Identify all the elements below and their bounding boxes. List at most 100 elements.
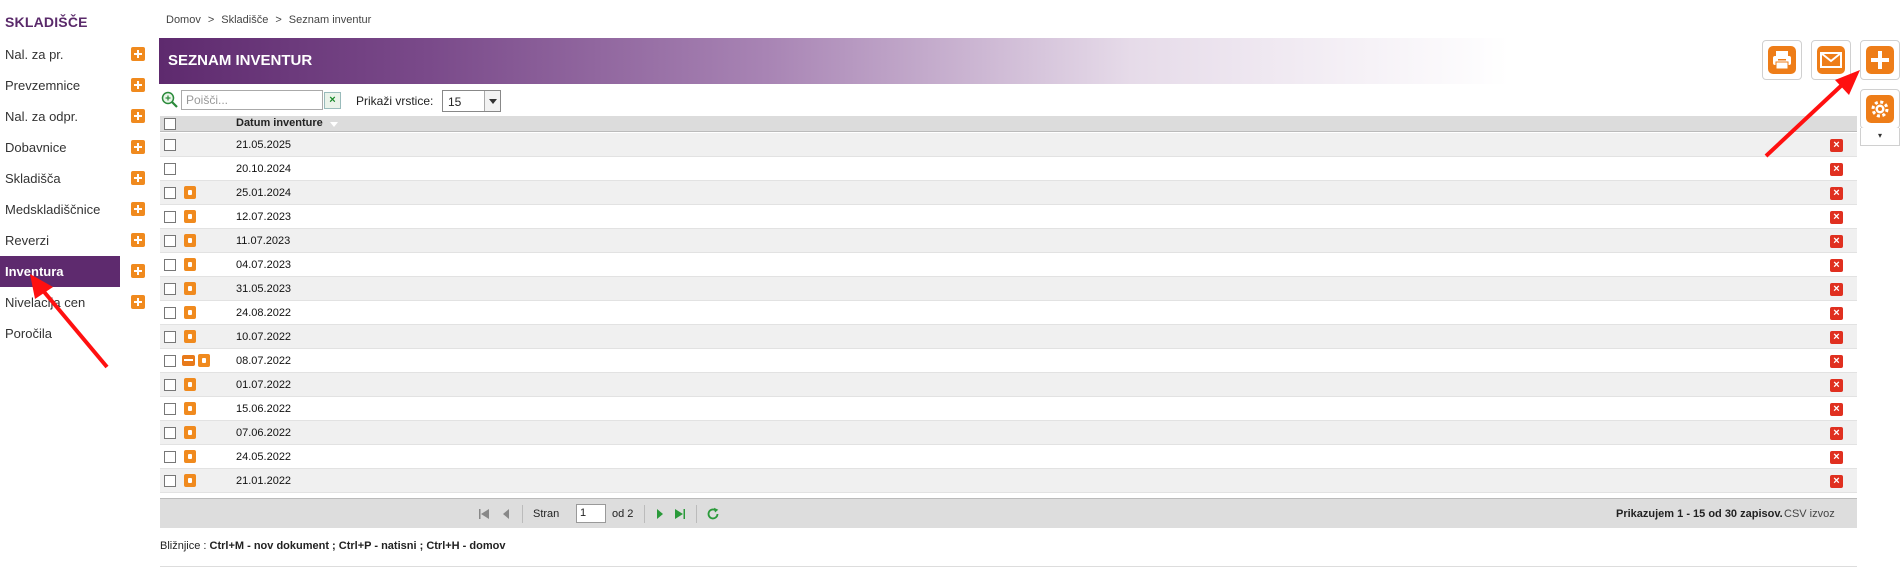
add-inventory-button[interactable]	[1860, 40, 1900, 80]
email-button[interactable]	[1811, 40, 1851, 80]
delete-icon[interactable]: ×	[1830, 307, 1843, 320]
delete-icon[interactable]: ×	[1830, 235, 1843, 248]
delete-icon[interactable]: ×	[1830, 355, 1843, 368]
add-icon[interactable]	[131, 78, 145, 92]
last-page-icon[interactable]	[674, 508, 686, 520]
first-page-icon[interactable]	[478, 508, 490, 520]
table-row[interactable]: 12.07.2023 ×	[160, 205, 1857, 229]
delete-icon[interactable]: ×	[1830, 475, 1843, 488]
table-row[interactable]: 21.05.2025 ×	[160, 133, 1857, 157]
delete-icon[interactable]: ×	[1830, 211, 1843, 224]
table-row[interactable]: 08.07.2022 ×	[160, 349, 1857, 373]
row-checkbox[interactable]	[164, 235, 176, 247]
row-date[interactable]: 07.06.2022	[236, 427, 291, 439]
row-checkbox[interactable]	[164, 259, 176, 271]
breadcrumb-home[interactable]: Domov	[166, 14, 201, 26]
row-checkbox[interactable]	[164, 355, 176, 367]
print-button[interactable]	[1762, 40, 1802, 80]
table-row[interactable]: 04.07.2023 ×	[160, 253, 1857, 277]
row-checkbox[interactable]	[164, 211, 176, 223]
sidebar-item-prevzemnice[interactable]: Prevzemnice	[0, 70, 145, 101]
row-checkbox[interactable]	[164, 475, 176, 487]
row-date[interactable]: 10.07.2022	[236, 331, 291, 343]
table-row[interactable]: 15.06.2022 ×	[160, 397, 1857, 421]
sidebar-item-poročila[interactable]: Poročila	[0, 318, 120, 349]
row-checkbox[interactable]	[164, 163, 176, 175]
sidebar-item-dobavnice[interactable]: Dobavnice	[0, 132, 145, 163]
select-all-checkbox[interactable]	[164, 118, 176, 130]
row-date[interactable]: 12.07.2023	[236, 211, 291, 223]
add-icon[interactable]	[131, 47, 145, 61]
table-row[interactable]: 20.10.2024 ×	[160, 157, 1857, 181]
delete-icon[interactable]: ×	[1830, 163, 1843, 176]
delete-icon[interactable]: ×	[1830, 427, 1843, 440]
page-number-input[interactable]: 1	[576, 504, 606, 523]
table-row[interactable]: 11.07.2023 ×	[160, 229, 1857, 253]
row-date[interactable]: 08.07.2022	[236, 355, 291, 367]
row-checkbox[interactable]	[164, 283, 176, 295]
delete-icon[interactable]: ×	[1830, 331, 1843, 344]
search-input[interactable]	[181, 90, 323, 110]
row-checkbox[interactable]	[164, 187, 176, 199]
add-icon[interactable]	[131, 264, 145, 278]
table-row[interactable]: 25.01.2024 ×	[160, 181, 1857, 205]
row-date[interactable]: 24.08.2022	[236, 307, 291, 319]
delete-icon[interactable]: ×	[1830, 403, 1843, 416]
table-row[interactable]: 24.05.2022 ×	[160, 445, 1857, 469]
add-icon[interactable]	[131, 140, 145, 154]
row-date[interactable]: 04.07.2023	[236, 259, 291, 271]
row-date[interactable]: 21.05.2025	[236, 139, 291, 151]
add-icon[interactable]	[131, 295, 145, 309]
settings-button[interactable]	[1860, 89, 1900, 129]
table-row[interactable]: 21.01.2022 ×	[160, 469, 1857, 493]
row-checkbox[interactable]	[164, 451, 176, 463]
sidebar-item-nal-za-odpr[interactable]: Nal. za odpr.	[0, 101, 145, 132]
row-date[interactable]: 01.07.2022	[236, 379, 291, 391]
table-row[interactable]: 31.05.2023 ×	[160, 277, 1857, 301]
sidebar-item-skladišča[interactable]: Skladišča	[0, 163, 145, 194]
clear-search-button[interactable]: ×	[324, 92, 341, 109]
row-date[interactable]: 24.05.2022	[236, 451, 291, 463]
breadcrumb-skladisce[interactable]: Skladišče	[221, 14, 268, 26]
previous-page-icon[interactable]	[500, 508, 512, 520]
sidebar-item-nivelacija-cen[interactable]: Nivelacija cen	[0, 287, 145, 318]
add-icon[interactable]	[131, 171, 145, 185]
row-checkbox[interactable]	[164, 331, 176, 343]
row-checkbox[interactable]	[164, 427, 176, 439]
refresh-icon[interactable]	[706, 507, 720, 521]
row-date[interactable]: 11.07.2023	[236, 235, 290, 247]
csv-export-link[interactable]: CSV izvoz	[1784, 508, 1835, 520]
add-icon[interactable]	[131, 109, 145, 123]
column-header-date[interactable]: Datum inventure	[236, 117, 323, 129]
delete-icon[interactable]: ×	[1830, 379, 1843, 392]
row-date[interactable]: 25.01.2024	[236, 187, 291, 199]
row-checkbox[interactable]	[164, 379, 176, 391]
settings-dropdown-toggle[interactable]: ▾	[1860, 128, 1900, 146]
sidebar-item-medskladiščnice[interactable]: Medskladiščnice	[0, 194, 145, 225]
shortcut-print: Ctrl+P - natisni ;	[338, 540, 424, 552]
table-row[interactable]: 24.08.2022 ×	[160, 301, 1857, 325]
row-checkbox[interactable]	[164, 139, 176, 151]
sidebar-item-reverzi[interactable]: Reverzi	[0, 225, 145, 256]
delete-icon[interactable]: ×	[1830, 139, 1843, 152]
row-date[interactable]: 15.06.2022	[236, 403, 291, 415]
row-checkbox[interactable]	[164, 403, 176, 415]
table-row[interactable]: 07.06.2022 ×	[160, 421, 1857, 445]
delete-icon[interactable]: ×	[1830, 283, 1843, 296]
row-date[interactable]: 20.10.2024	[236, 163, 291, 175]
row-date[interactable]: 31.05.2023	[236, 283, 291, 295]
search-icon[interactable]	[160, 90, 180, 110]
sidebar-item-inventura[interactable]: Inventura	[0, 256, 145, 287]
table-row[interactable]: 10.07.2022 ×	[160, 325, 1857, 349]
sidebar-item-nal-za-pr[interactable]: Nal. za pr.	[0, 39, 145, 70]
table-row[interactable]: 01.07.2022 ×	[160, 373, 1857, 397]
delete-icon[interactable]: ×	[1830, 451, 1843, 464]
add-icon[interactable]	[131, 233, 145, 247]
delete-icon[interactable]: ×	[1830, 187, 1843, 200]
row-checkbox[interactable]	[164, 307, 176, 319]
delete-icon[interactable]: ×	[1830, 259, 1843, 272]
next-page-icon[interactable]	[654, 508, 666, 520]
rows-per-page-select[interactable]: 15	[442, 90, 501, 112]
add-icon[interactable]	[131, 202, 145, 216]
row-date[interactable]: 21.01.2022	[236, 475, 291, 487]
